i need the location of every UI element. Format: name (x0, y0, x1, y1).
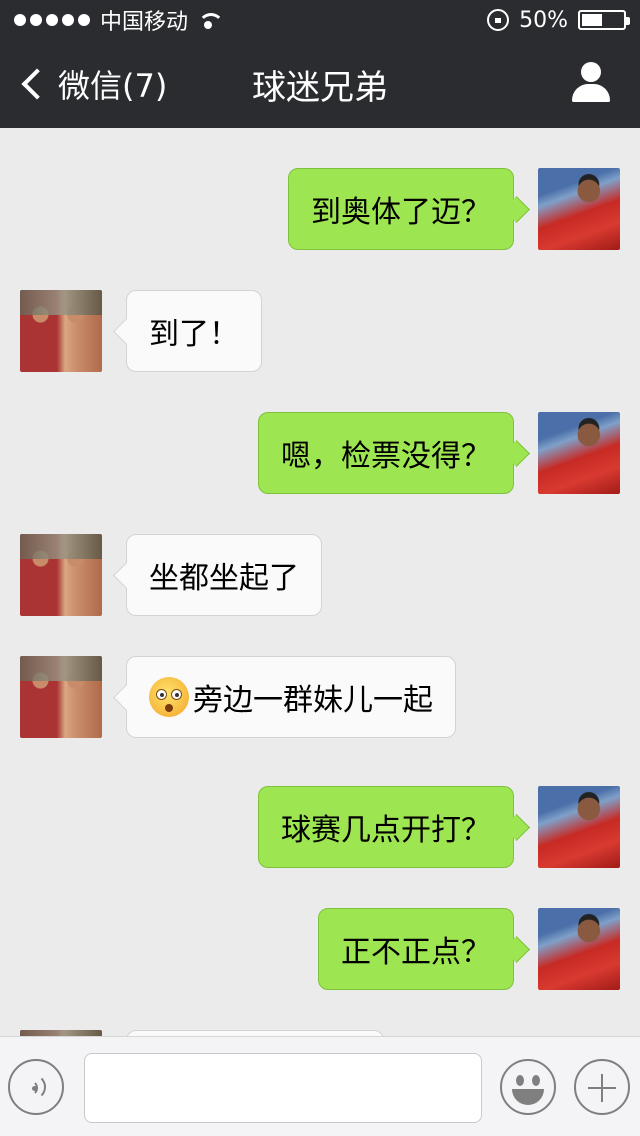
my-message-bubble[interactable]: 球赛几点开打？ (258, 786, 514, 868)
friend-avatar[interactable] (20, 290, 102, 372)
my-message-bubble[interactable]: 到奥体了迈？ (288, 168, 514, 250)
my-message-bubble[interactable]: 嗯，检票没得？ (258, 412, 514, 494)
surprised-face-icon (149, 677, 189, 717)
carrier-name: 中国移动 (100, 10, 189, 35)
message-text: 正不正点？ (341, 935, 491, 970)
message-text: 旁边一群妹儿一起 (193, 683, 433, 718)
friend-avatar[interactable] (20, 656, 102, 738)
my-message-bubble[interactable]: 正不正点？ (318, 908, 514, 990)
friend-message-bubble[interactable]: 坐都坐起了 (126, 534, 322, 616)
my-avatar[interactable] (538, 412, 620, 494)
friend-avatar[interactable] (20, 534, 102, 616)
message-text: 到奥体了迈？ (311, 195, 491, 230)
chat-info-person-icon[interactable] (570, 62, 612, 104)
battery-icon (578, 10, 630, 30)
chat-message-list[interactable]: 到奥体了迈？ 到了！ 嗯，检票没得？ 坐都坐起了 旁边一群妹儿一起 球赛几点开打… (0, 128, 640, 1036)
input-toolbar (0, 1036, 640, 1136)
my-avatar[interactable] (538, 786, 620, 868)
wifi-icon (196, 11, 225, 29)
message-input[interactable] (84, 1053, 482, 1123)
battery-percentage: 50% (519, 7, 568, 33)
status-bar: 中国移动 50% (0, 0, 640, 40)
message-text: 坐都坐起了 (149, 561, 299, 596)
message-text: 嗯，检票没得？ (281, 439, 491, 474)
top-bar: 中国移动 50% 微信(7) 球迷兄弟 (0, 0, 640, 128)
emoji-button[interactable] (500, 1059, 556, 1115)
rotation-lock-icon (487, 9, 510, 31)
chevron-left-icon (21, 68, 53, 100)
message-text: 到了！ (149, 317, 239, 352)
my-avatar[interactable] (538, 168, 620, 250)
navigation-bar: 微信(7) 球迷兄弟 (0, 40, 640, 128)
back-button[interactable]: 微信(7) (18, 58, 167, 110)
back-button-label: 微信(7) (58, 67, 168, 105)
more-actions-button[interactable] (574, 1059, 630, 1115)
signal-strength-icon (14, 14, 90, 26)
friend-message-bubble[interactable]: 旁边一群妹儿一起 (126, 656, 456, 738)
friend-message-bubble[interactable]: 到了！ (126, 290, 262, 372)
message-text: 球赛几点开打？ (281, 813, 491, 848)
voice-input-button[interactable] (8, 1059, 64, 1115)
my-avatar[interactable] (538, 908, 620, 990)
